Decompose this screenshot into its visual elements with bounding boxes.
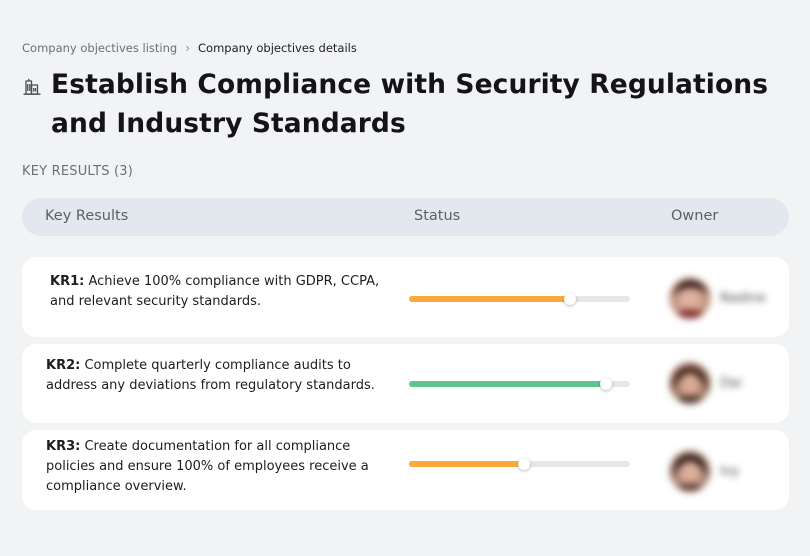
status-progress-fill (409, 296, 571, 302)
key-result-code: KR2: (46, 358, 81, 373)
owner-avatar (669, 362, 711, 404)
status-progress-bar[interactable] (409, 458, 630, 470)
key-result-text: Create documentation for all compliance … (46, 439, 369, 494)
key-result-description: KR2: Complete quarterly compliance audit… (46, 356, 376, 396)
breadcrumb: Company objectives listing › Company obj… (22, 41, 357, 55)
owner-avatar (669, 450, 711, 492)
breadcrumb-current: Company objectives details (198, 41, 357, 55)
objective-details-page: Company objectives listing › Company obj… (0, 0, 810, 556)
status-progress-handle[interactable] (517, 458, 530, 470)
owner-cell[interactable]: Dai (669, 362, 742, 404)
key-result-code: KR3: (46, 439, 81, 454)
key-result-row-kr1[interactable]: KR1: Achieve 100% compliance with GDPR, … (22, 257, 789, 337)
page-title: Establish Compliance with Security Regul… (51, 69, 769, 139)
breadcrumb-separator-icon: › (185, 41, 191, 55)
breadcrumb-objectives-listing-link[interactable]: Company objectives listing (22, 41, 177, 55)
status-progress-fill (409, 461, 524, 467)
key-results-count-label: KEY RESULTS (3) (22, 164, 134, 179)
column-header-status: Status (414, 208, 461, 224)
owner-avatar (669, 277, 711, 319)
owner-cell[interactable]: Nadine (669, 277, 766, 319)
building-icon (23, 78, 41, 95)
status-progress-handle[interactable] (599, 378, 612, 390)
status-progress-bar[interactable] (409, 293, 630, 305)
key-result-text: Achieve 100% compliance with GDPR, CCPA,… (50, 274, 380, 309)
status-progress-fill (409, 381, 606, 387)
key-result-row-kr3[interactable]: KR3: Create documentation for all compli… (22, 430, 789, 510)
key-result-text: Complete quarterly compliance audits to … (46, 358, 375, 393)
key-result-code: KR1: (50, 274, 85, 289)
owner-name: Nadine (720, 290, 766, 306)
objective-header: Establish Compliance with Security Regul… (22, 66, 771, 143)
owner-name: Dai (720, 375, 742, 391)
column-header-key-results: Key Results (45, 208, 129, 224)
key-result-description: KR1: Achieve 100% compliance with GDPR, … (50, 272, 380, 312)
status-progress-handle[interactable] (564, 293, 577, 305)
owner-cell[interactable]: Ivy (669, 450, 739, 492)
table-header: Key Results Status Owner (22, 198, 789, 236)
status-progress-bar[interactable] (409, 378, 630, 390)
column-header-owner: Owner (671, 208, 719, 224)
key-result-row-kr2[interactable]: KR2: Complete quarterly compliance audit… (22, 344, 789, 423)
key-result-description: KR3: Create documentation for all compli… (46, 437, 376, 497)
owner-name: Ivy (720, 463, 740, 479)
